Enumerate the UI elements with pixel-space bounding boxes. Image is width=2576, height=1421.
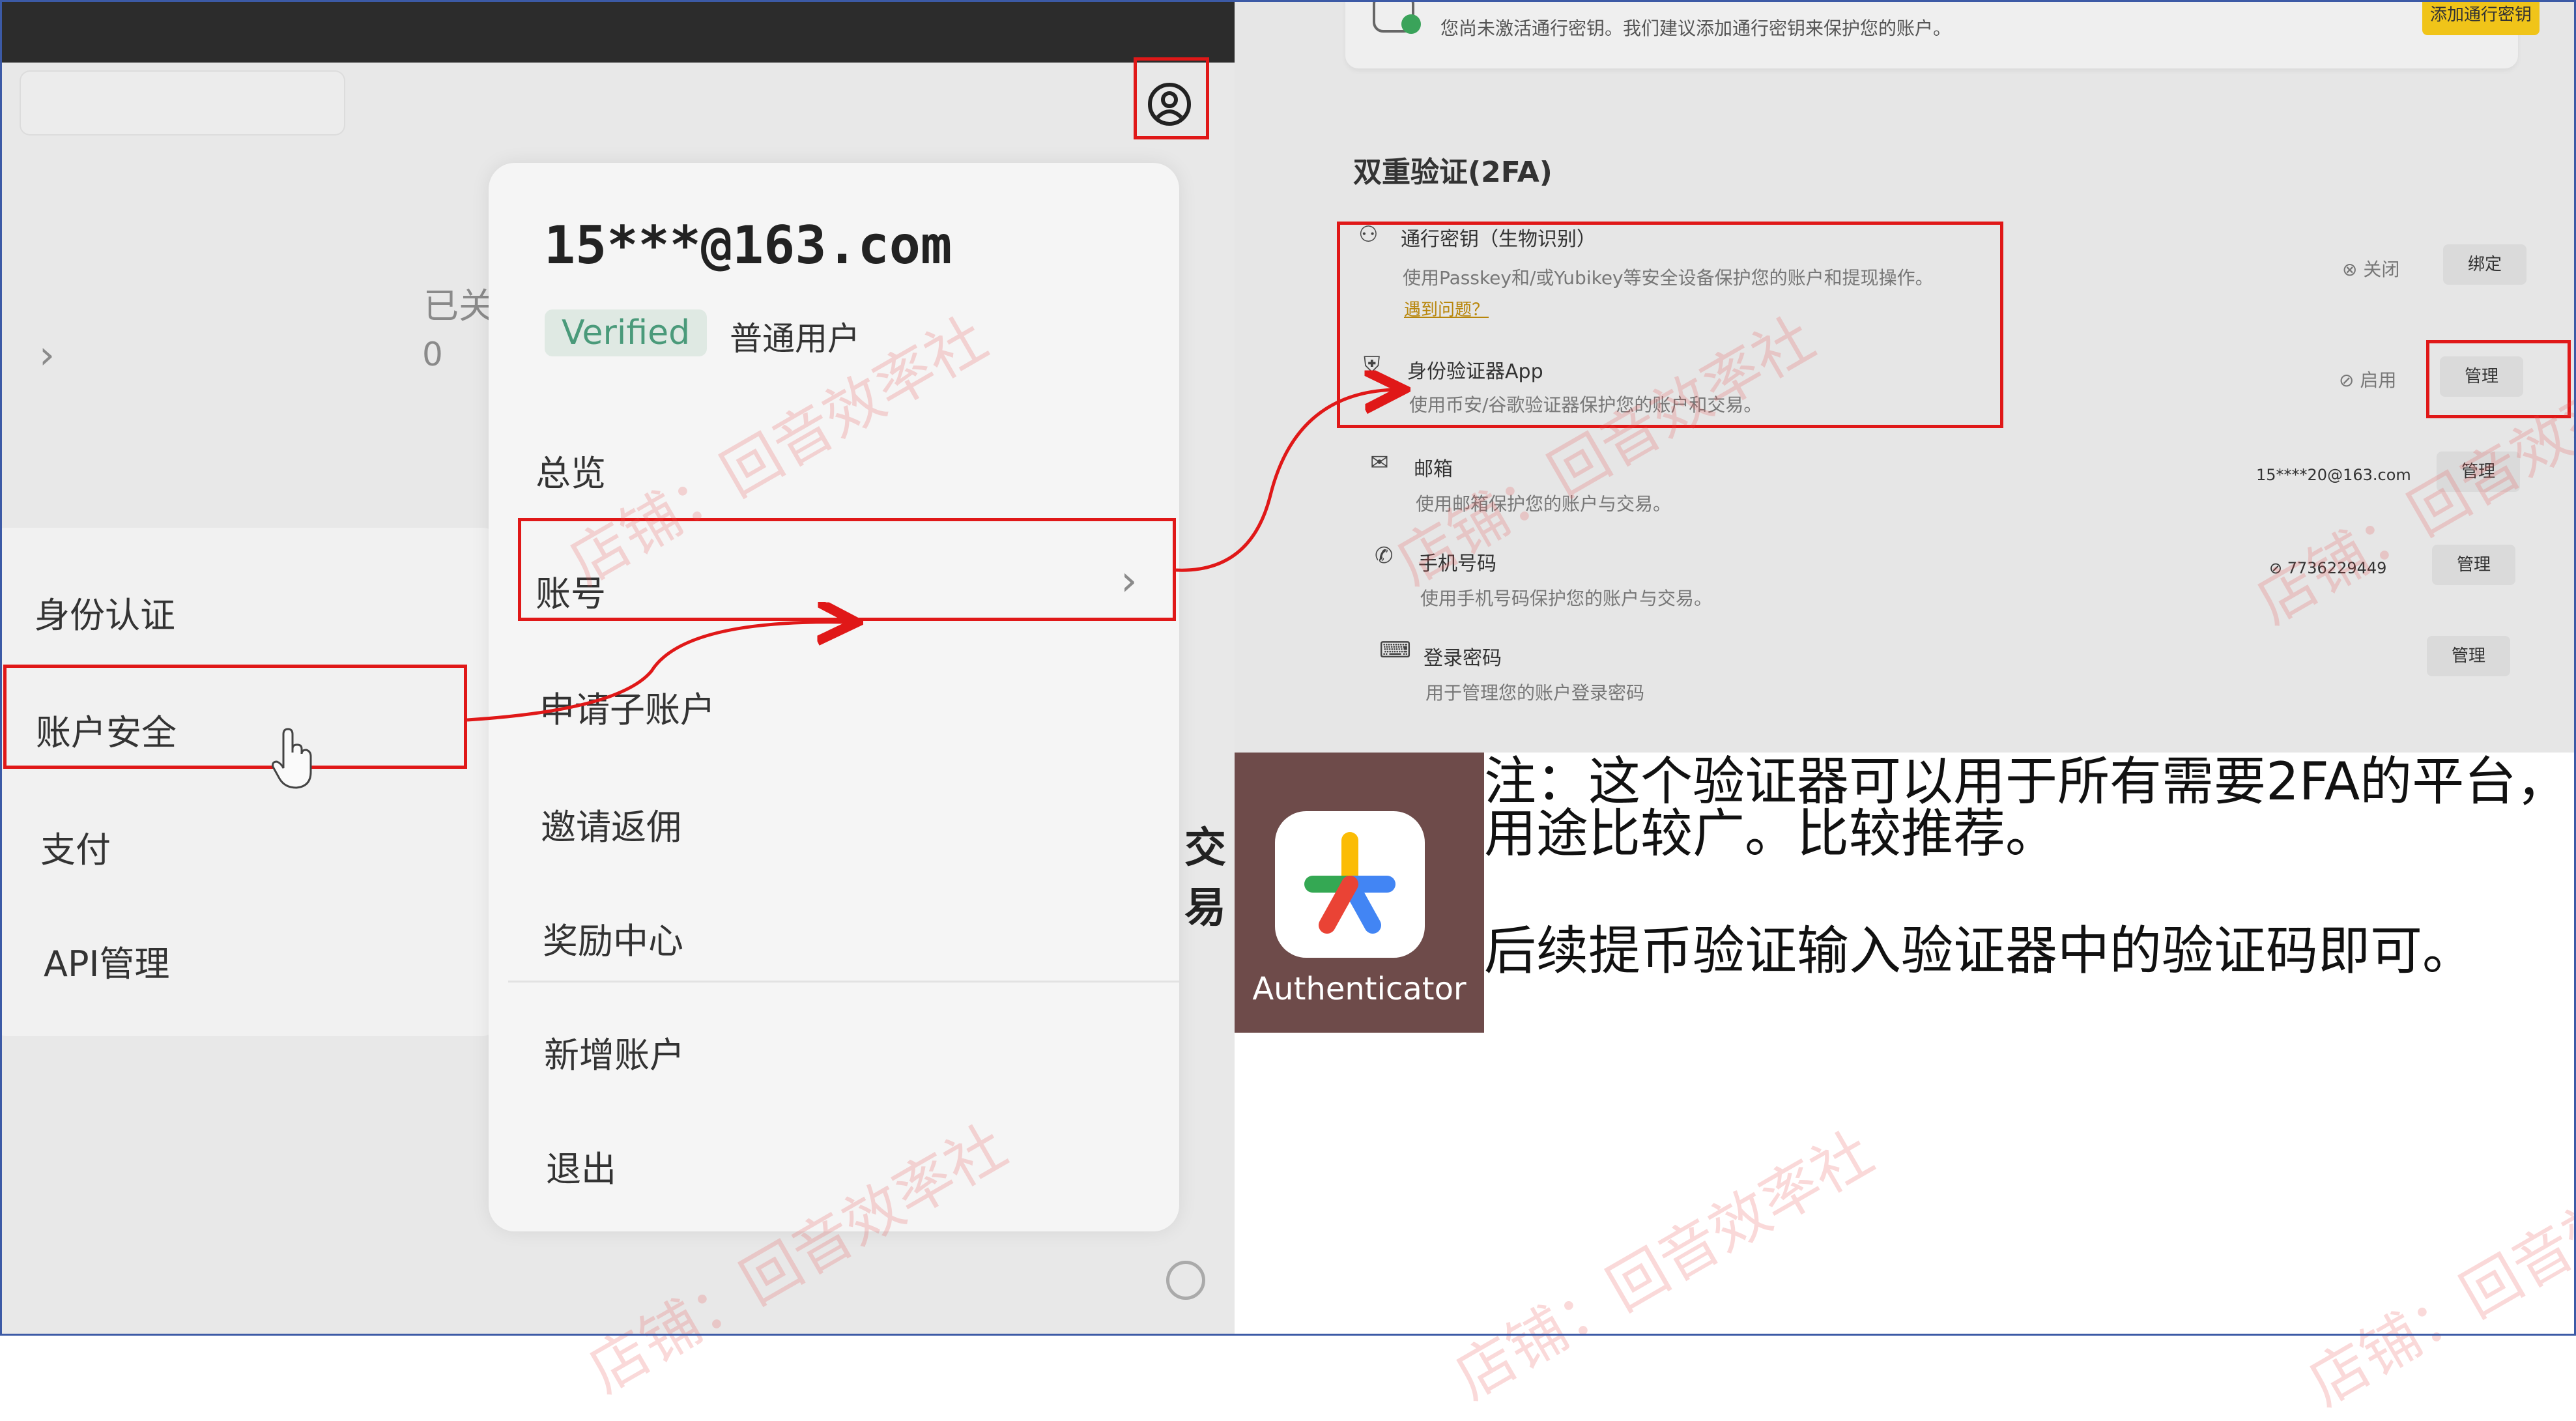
outer-frame bbox=[0, 0, 2576, 1336]
